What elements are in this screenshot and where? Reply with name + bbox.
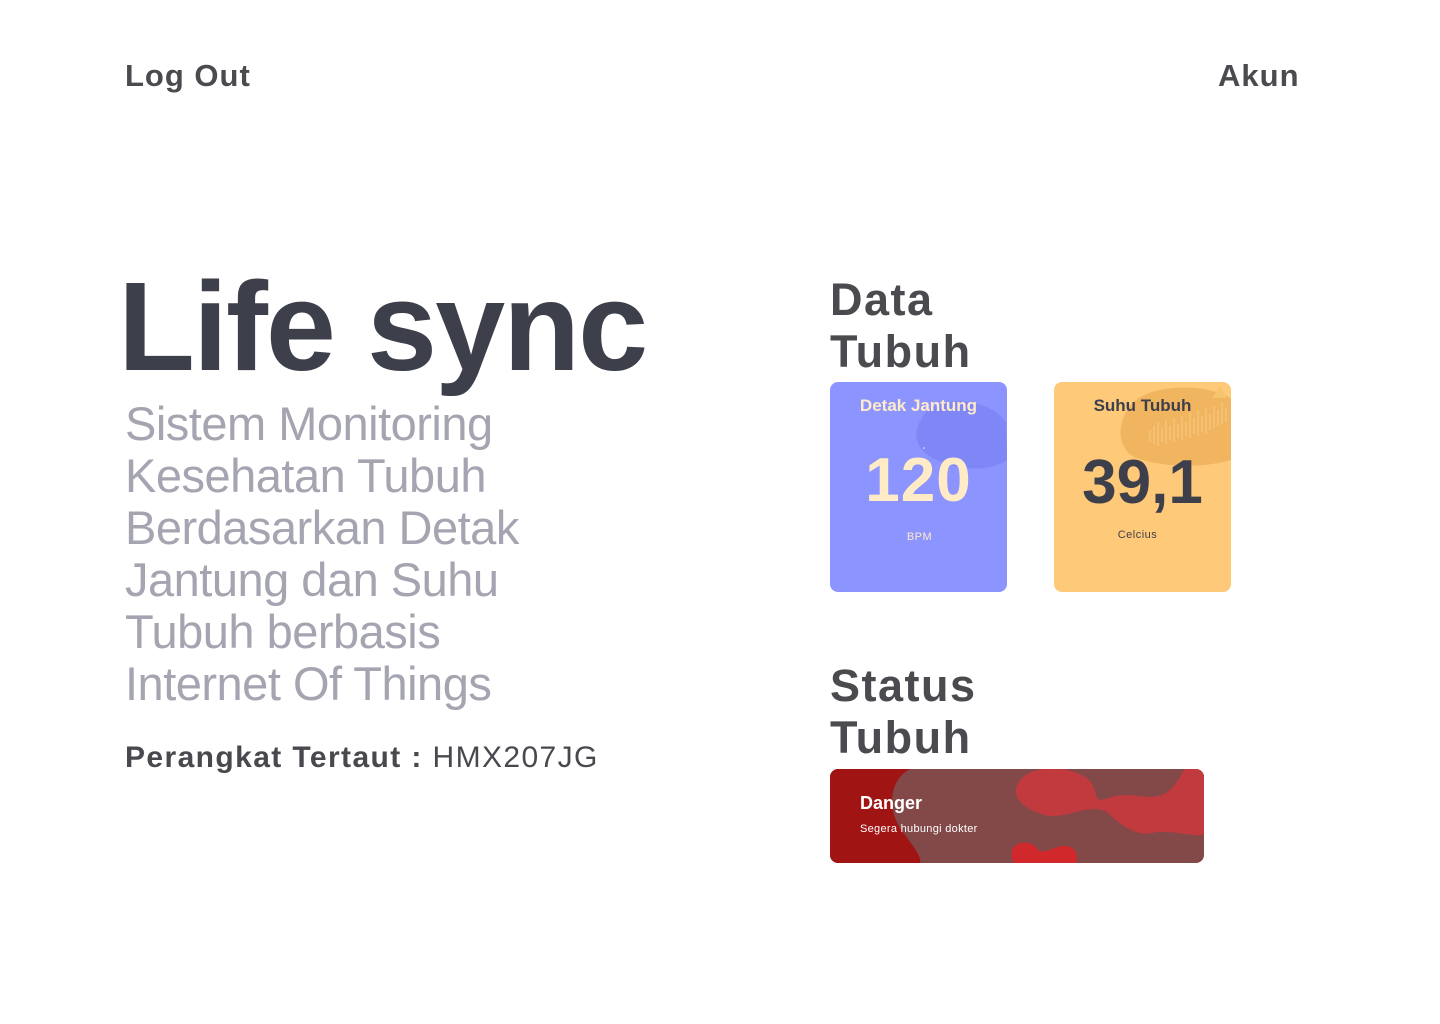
- heart-rate-label: Detak Jantung: [859, 396, 978, 415]
- linked-device-label: Perangkat Tertaut :: [125, 741, 433, 774]
- account-link[interactable]: Akun: [1218, 58, 1300, 94]
- linked-device: Perangkat Tertaut : HMX207JG: [125, 740, 599, 776]
- logout-link[interactable]: Log Out: [125, 58, 251, 94]
- status-label: Danger: [860, 793, 923, 813]
- temperature-unit: Celcius: [1117, 529, 1158, 541]
- linked-device-id: HMX207JG: [432, 741, 599, 774]
- status-card[interactable]: Danger Segera hubungi dokter: [830, 769, 1204, 863]
- temperature-card[interactable]: Suhu Tubuh 39,1 Celcius: [1054, 382, 1231, 592]
- temperature-label: Suhu Tubuh: [1093, 396, 1192, 415]
- heart-rate-unit: BPM: [906, 531, 933, 543]
- dashboard-page: Log Out Akun Life sync Sistem Monitoring…: [0, 0, 1440, 1024]
- status-message: Segera hubungi dokter: [860, 823, 978, 835]
- body-status-title: Status Tubuh: [830, 660, 977, 763]
- heart-rate-card[interactable]: Detak Jantung 120 BPM: [830, 382, 1007, 592]
- temperature-value: 39,1: [1082, 448, 1203, 517]
- status-card-background-blobs: [830, 769, 1204, 863]
- heart-rate-value: 120: [865, 446, 972, 515]
- app-subtitle: Sistem Monitoring Kesehatan Tubuh Berdas…: [125, 397, 519, 710]
- app-title: Life sync: [118, 256, 648, 397]
- body-data-title: Data Tubuh: [830, 274, 972, 377]
